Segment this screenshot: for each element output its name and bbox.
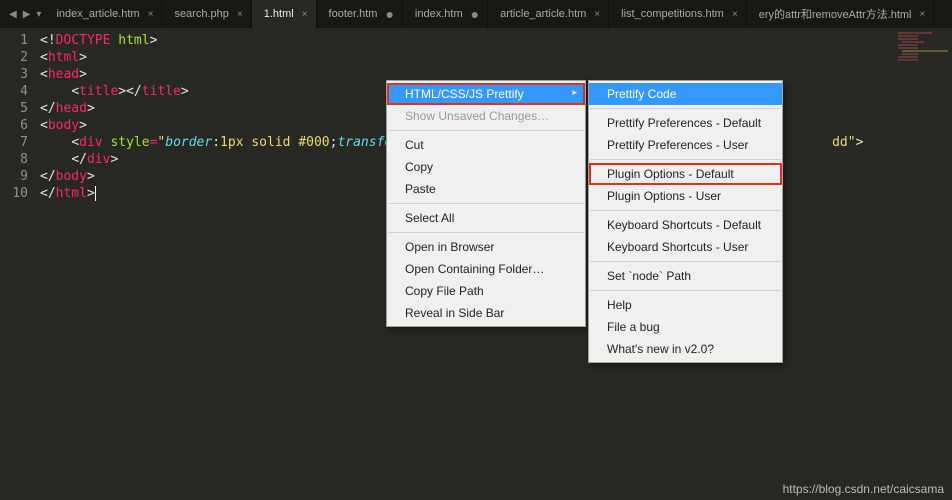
- menu-separator: [388, 232, 584, 233]
- menu-item-select-all[interactable]: Select All: [387, 207, 585, 229]
- menu-separator: [590, 290, 781, 291]
- context-menu: HTML/CSS/JS PrettifyShow Unsaved Changes…: [386, 80, 586, 327]
- menu-item-what-s-new-in-v2-0[interactable]: What's new in v2.0?: [589, 338, 782, 360]
- menu-item-set-node-path[interactable]: Set `node` Path: [589, 265, 782, 287]
- nav-back-icon[interactable]: ◀: [6, 7, 20, 22]
- close-icon[interactable]: ×: [148, 9, 154, 20]
- menu-item-html-css-js-prettify[interactable]: HTML/CSS/JS Prettify: [387, 83, 585, 105]
- tab-index-htm[interactable]: index.htm●: [403, 0, 488, 28]
- menu-separator: [388, 203, 584, 204]
- close-icon[interactable]: ×: [920, 9, 926, 20]
- menu-item-plugin-options-default[interactable]: Plugin Options - Default: [589, 163, 782, 185]
- menu-item-prettify-code[interactable]: Prettify Code: [589, 83, 782, 105]
- menu-item-help[interactable]: Help: [589, 294, 782, 316]
- close-icon[interactable]: ×: [237, 9, 243, 20]
- tab-article-article-htm[interactable]: article_article.htm ×: [488, 0, 609, 28]
- menu-item-keyboard-shortcuts-user[interactable]: Keyboard Shortcuts - User: [589, 236, 782, 258]
- menu-item-copy[interactable]: Copy: [387, 156, 585, 178]
- menu-item-prettify-preferences-default[interactable]: Prettify Preferences - Default: [589, 112, 782, 134]
- tab-label: index.htm: [415, 8, 463, 20]
- menu-separator: [388, 130, 584, 131]
- tab-label: index_article.htm: [56, 8, 139, 20]
- menu-item-reveal-in-side-bar[interactable]: Reveal in Side Bar: [387, 302, 585, 324]
- menu-separator: [590, 261, 781, 262]
- menu-separator: [590, 108, 781, 109]
- tab-index-article-htm[interactable]: index_article.htm ×: [44, 0, 162, 28]
- tab-search-php[interactable]: search.php ×: [162, 0, 251, 28]
- menu-item-prettify-preferences-user[interactable]: Prettify Preferences - User: [589, 134, 782, 156]
- tab-label: 1.html: [264, 8, 294, 20]
- tab-1-html[interactable]: 1.html ×: [252, 0, 317, 28]
- tab-bar: ◀ ▶ ▾ index_article.htm×search.php×1.htm…: [0, 0, 952, 28]
- tab-label: article_article.htm: [500, 8, 586, 20]
- context-submenu: Prettify Code Prettify Preferences - Defa…: [588, 80, 783, 363]
- menu-separator: [590, 210, 781, 211]
- menu-item-cut[interactable]: Cut: [387, 134, 585, 156]
- menu-item-show-unsaved-changes: Show Unsaved Changes…: [387, 105, 585, 127]
- tab-footer-htm[interactable]: footer.htm●: [317, 0, 403, 28]
- line-gutter: 12345678910: [0, 28, 38, 500]
- menu-item-plugin-options-user[interactable]: Plugin Options - User: [589, 185, 782, 207]
- tab-label: list_competitions.htm: [621, 8, 724, 20]
- tab-label: search.php: [174, 8, 228, 20]
- minimap[interactable]: [892, 28, 952, 500]
- menu-item-open-in-browser[interactable]: Open in Browser: [387, 236, 585, 258]
- tab-label: footer.htm: [329, 8, 378, 20]
- close-icon[interactable]: ×: [302, 9, 308, 20]
- menu-item-open-containing-folder[interactable]: Open Containing Folder…: [387, 258, 585, 280]
- nav-forward-icon[interactable]: ▶: [20, 7, 34, 22]
- close-icon[interactable]: ×: [732, 9, 738, 20]
- tab-list-competitions-htm[interactable]: list_competitions.htm ×: [609, 0, 747, 28]
- menu-item-keyboard-shortcuts-default[interactable]: Keyboard Shortcuts - Default: [589, 214, 782, 236]
- tab-ery-attr-removeattr---html[interactable]: ery的attr和removeAttr方法.html ×: [747, 0, 935, 28]
- tab-label: ery的attr和removeAttr方法.html: [759, 6, 912, 22]
- nav-dropdown-icon[interactable]: ▾: [33, 7, 44, 22]
- close-icon[interactable]: ×: [594, 9, 600, 20]
- menu-item-copy-file-path[interactable]: Copy File Path: [387, 280, 585, 302]
- menu-item-file-a-bug[interactable]: File a bug: [589, 316, 782, 338]
- menu-item-paste[interactable]: Paste: [387, 178, 585, 200]
- menu-separator: [590, 159, 781, 160]
- watermark: https://blog.csdn.net/caicsama: [783, 482, 944, 496]
